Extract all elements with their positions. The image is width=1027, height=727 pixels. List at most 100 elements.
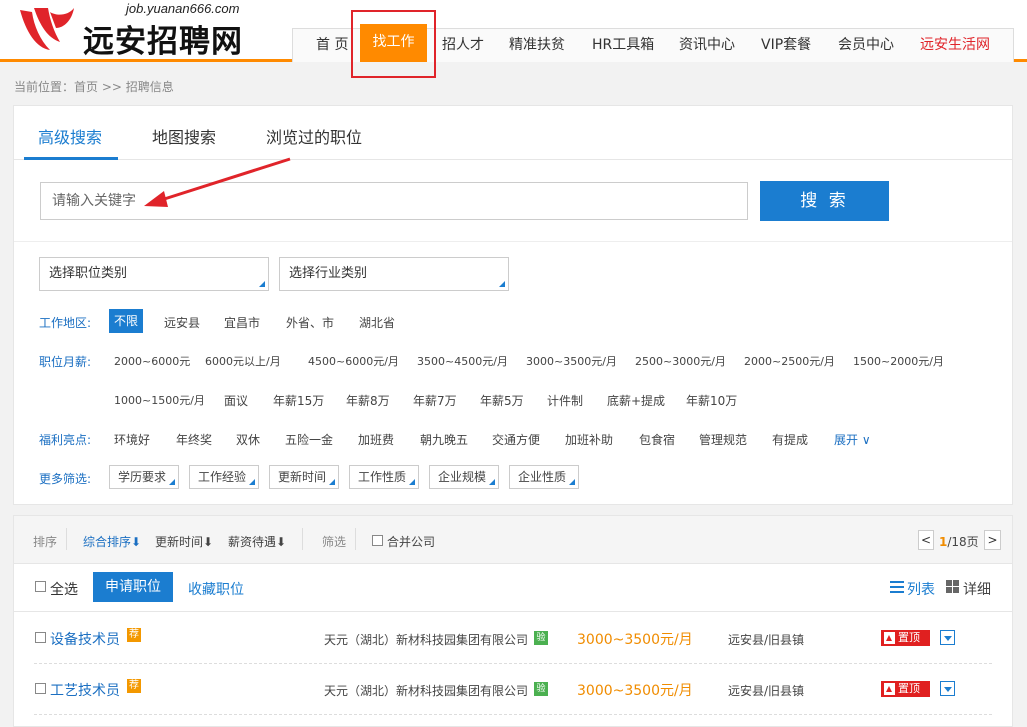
salary-option[interactable]: 年薪5万 (480, 392, 524, 409)
nav-vip[interactable]: VIP套餐 (761, 34, 811, 54)
dropdown-label: 工作性质 (358, 470, 407, 484)
salary-option[interactable]: 2000~6000元 (114, 353, 190, 369)
company-size-dropdown[interactable]: 企业规模 (429, 465, 499, 489)
sort-update-time[interactable]: 更新时间⬇ (155, 533, 213, 550)
logo-icon[interactable] (16, 4, 78, 54)
list-view-icon[interactable] (890, 581, 904, 593)
salary-option[interactable]: 年薪7万 (413, 392, 457, 409)
tab-browsed-jobs[interactable]: 浏览过的职位 (266, 124, 362, 148)
experience-dropdown[interactable]: 工作经验 (189, 465, 259, 489)
welfare-option[interactable]: 年终奖 (176, 431, 212, 448)
salary-option[interactable]: 面议 (224, 392, 248, 409)
welfare-option[interactable]: 交通方便 (492, 431, 540, 448)
job-category-select[interactable]: 选择职位类别 (39, 257, 269, 291)
salary-option[interactable]: 年薪15万 (273, 392, 324, 409)
merge-company-checkbox[interactable] (372, 535, 383, 546)
dropdown-label: 工作经验 (198, 470, 247, 484)
sort-label: 排序 (33, 535, 58, 549)
dropdown-corner-icon (329, 479, 335, 485)
welfare-option[interactable]: 环境好 (114, 431, 150, 448)
expand-link[interactable]: 展开 ∨ (834, 431, 871, 448)
welfare-option[interactable]: 加班补助 (565, 431, 613, 448)
salary-option[interactable]: 年薪10万 (686, 392, 737, 409)
sort-salary[interactable]: 薪资待遇⬇ (228, 533, 286, 550)
area-option[interactable]: 宜昌市 (224, 314, 260, 331)
nav-news[interactable]: 资讯中心 (679, 34, 735, 54)
pin-top-button[interactable]: 置顶 (881, 681, 930, 697)
salary-option[interactable]: 底薪+提成 (607, 392, 665, 409)
select-all-checkbox[interactable] (35, 581, 46, 592)
welfare-option[interactable]: 包食宿 (639, 431, 675, 448)
tab-map-search[interactable]: 地图搜索 (152, 124, 216, 148)
nav-poverty-relief[interactable]: 精准扶贫 (509, 34, 565, 54)
education-dropdown[interactable]: 学历要求 (109, 465, 179, 489)
nav-hr-tools[interactable]: HR工具箱 (592, 34, 654, 54)
dropdown-corner-icon (489, 479, 495, 485)
expand-row-button[interactable] (940, 630, 955, 645)
pin-top-icon (884, 683, 895, 695)
job-nature-dropdown[interactable]: 工作性质 (349, 465, 419, 489)
dropdown-label: 企业性质 (518, 470, 567, 484)
industry-select[interactable]: 选择行业类别 (279, 257, 509, 291)
salary-option[interactable]: 4500~6000元/月 (308, 353, 399, 369)
area-option[interactable]: 外省、市 (286, 314, 334, 331)
welfare-option[interactable]: 双休 (236, 431, 260, 448)
detail-view-icon[interactable] (946, 580, 959, 593)
update-time-dropdown[interactable]: 更新时间 (269, 465, 339, 489)
welfare-option[interactable]: 加班费 (358, 431, 394, 448)
prev-page-button[interactable]: < (918, 530, 934, 550)
search-button[interactable]: 搜 索 (760, 181, 889, 221)
expand-row-button[interactable] (940, 681, 955, 696)
detail-view-label[interactable]: 详细 (963, 579, 991, 599)
salary-option[interactable]: 年薪8万 (346, 392, 390, 409)
salary-option[interactable]: 计件制 (547, 392, 583, 409)
salary-option[interactable]: 3000~3500元/月 (526, 353, 617, 369)
job-checkbox[interactable] (35, 632, 46, 643)
salary-option[interactable]: 3500~4500元/月 (417, 353, 508, 369)
salary-option[interactable]: 2000~2500元/月 (744, 353, 835, 369)
favorite-job-button[interactable]: 收藏职位 (188, 579, 244, 599)
divider (355, 528, 356, 550)
salary-option[interactable]: 6000元以上/月 (205, 353, 281, 369)
list-view-label[interactable]: 列表 (907, 579, 935, 599)
job-title-link[interactable]: 设备技术员 (50, 629, 120, 649)
chevron-down-icon: ∨ (858, 433, 871, 447)
welfare-option[interactable]: 有提成 (772, 431, 808, 448)
job-checkbox[interactable] (35, 683, 46, 694)
company-nature-dropdown[interactable]: 企业性质 (509, 465, 579, 489)
pin-top-button[interactable]: 置顶 (881, 630, 930, 646)
area-label: 工作地区: (39, 316, 92, 330)
salary-option[interactable]: 2500~3000元/月 (635, 353, 726, 369)
area-option[interactable]: 湖北省 (359, 314, 395, 331)
dropdown-corner-icon (249, 479, 255, 485)
expand-label: 展开 (834, 433, 859, 447)
nav-member[interactable]: 会员中心 (838, 34, 894, 54)
nav-home[interactable]: 首 页 (316, 34, 348, 54)
welfare-option[interactable]: 五险一金 (285, 431, 333, 448)
salary-option[interactable]: 1500~2000元/月 (853, 353, 944, 369)
nav-find-talent[interactable]: 招人才 (442, 34, 484, 54)
area-option[interactable]: 远安县 (164, 314, 200, 331)
salary-option[interactable]: 1000~1500元/月 (114, 392, 205, 408)
site-name[interactable]: 远安招聘网 (83, 16, 243, 61)
job-title-link[interactable]: 工艺技术员 (50, 680, 120, 700)
welfare-option[interactable]: 朝九晚五 (420, 431, 468, 448)
recommended-badge: 荐 (127, 679, 141, 693)
filter-label: 筛选 (322, 535, 347, 549)
area-option-any[interactable]: 不限 (109, 309, 144, 333)
more-filters-label: 更多筛选: (39, 472, 92, 486)
nav-life-site[interactable]: 远安生活网 (920, 34, 990, 54)
company-link[interactable]: 天元（湖北）新材科技园集团有限公司 (324, 631, 528, 648)
next-page-button[interactable]: > (984, 530, 1001, 550)
company-link[interactable]: 天元（湖北）新材科技园集团有限公司 (324, 682, 528, 699)
sort-composite[interactable]: 综合排序⬇ (83, 533, 141, 550)
welfare-option[interactable]: 管理规范 (699, 431, 747, 448)
apply-job-button[interactable]: 申请职位 (93, 572, 173, 602)
pin-top-label: 置顶 (898, 682, 920, 695)
dropdown-corner-icon (409, 479, 415, 485)
tab-advanced-search[interactable]: 高级搜索 (38, 124, 102, 148)
page-indicator: 1/18页 (939, 533, 979, 550)
select-corner-icon (259, 281, 265, 287)
industry-label: 选择行业类别 (289, 266, 368, 281)
highlight-box (351, 10, 436, 78)
